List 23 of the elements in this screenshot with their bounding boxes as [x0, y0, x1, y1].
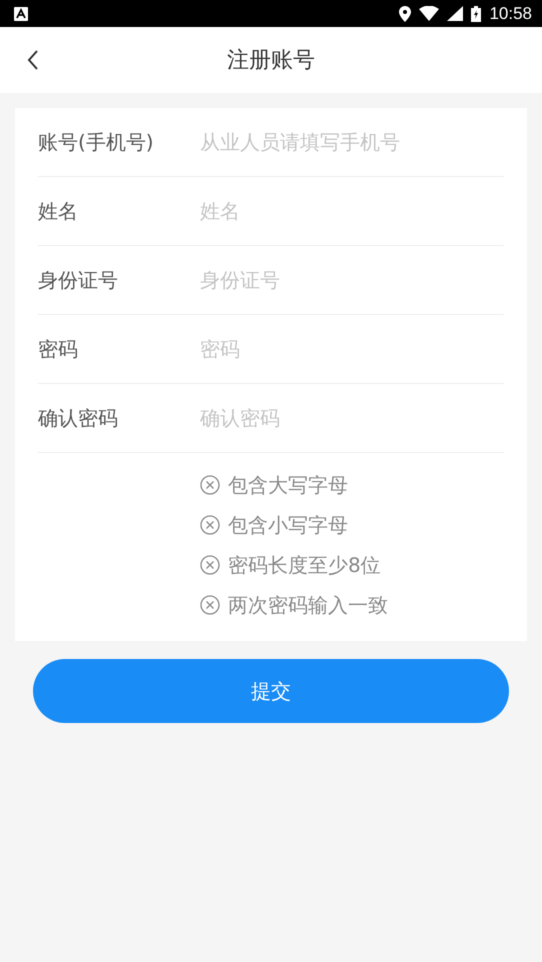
field-label: 密码 [38, 336, 79, 362]
submit-button[interactable]: 提交 [33, 659, 509, 723]
back-icon [27, 50, 39, 70]
signal-icon [447, 6, 464, 21]
input-field[interactable]: 从业人员请填写手机号 [200, 130, 504, 154]
password-rule: 密码长度至少8位 [228, 552, 381, 578]
battery-icon [471, 6, 482, 22]
input-field[interactable]: 密码 [200, 337, 504, 361]
password-rule: 两次密码输入一致 [228, 592, 388, 618]
wifi-icon [419, 6, 440, 21]
input-field[interactable]: 姓名 [200, 199, 504, 223]
page-title: 注册账号 [227, 47, 315, 75]
location-icon [399, 6, 412, 22]
field-label: 账号(手机号) [38, 128, 155, 156]
input-field[interactable]: 身份证号 [200, 268, 504, 292]
app-notification-icon [14, 6, 28, 20]
password-rule: 包含大写字母 [228, 472, 348, 498]
field-label: 姓名 [38, 198, 79, 224]
field-label: 确认密码 [38, 404, 119, 432]
status-time: 10:58 [489, 4, 532, 24]
field-label: 身份证号 [38, 266, 119, 294]
password-rule: 包含小写字母 [228, 512, 348, 538]
input-field[interactable]: 确认密码 [200, 406, 504, 430]
